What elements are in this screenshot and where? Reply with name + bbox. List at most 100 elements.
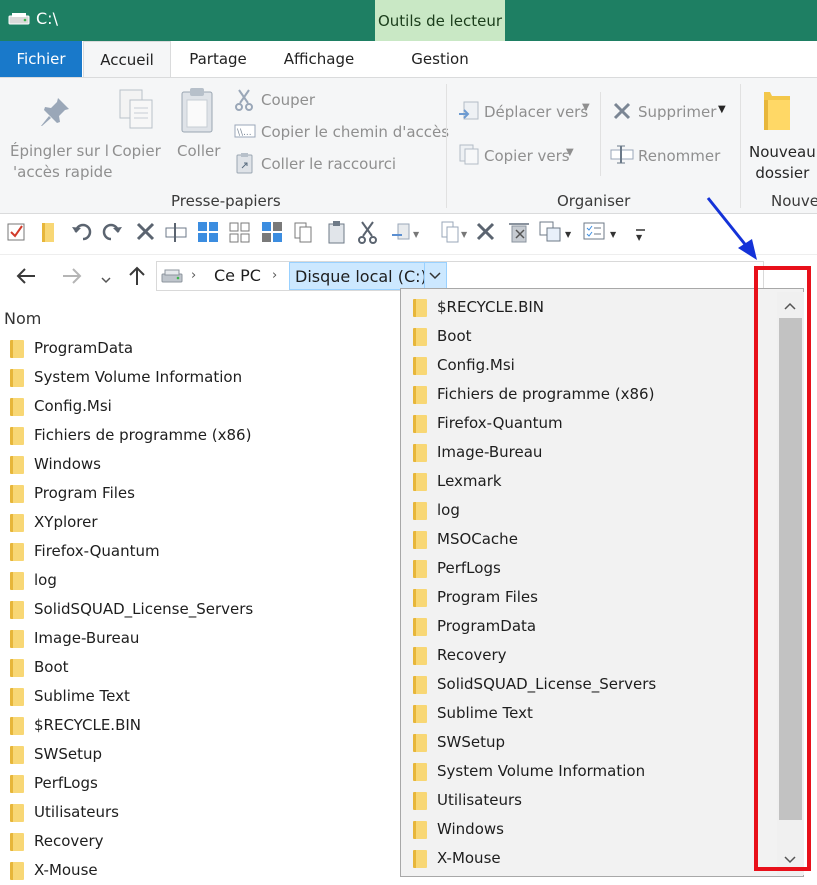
list-item[interactable]: Utilisateurs xyxy=(10,798,253,827)
new-folder-button[interactable]: Nouveau dossier xyxy=(749,142,816,184)
chevron-down-icon[interactable] xyxy=(424,263,446,289)
tab-home[interactable]: Accueil xyxy=(83,41,171,78)
folder-icon xyxy=(413,617,427,636)
item-label: Recovery xyxy=(34,832,104,850)
list-item[interactable]: Sublime Text xyxy=(10,682,253,711)
back-button[interactable] xyxy=(14,265,38,291)
list-item[interactable]: Image-Bureau xyxy=(10,624,253,653)
dropdown-item[interactable]: Sublime Text xyxy=(413,699,656,728)
folder-icon xyxy=(413,820,427,839)
folder-icon xyxy=(413,675,427,694)
svg-text:▼: ▼ xyxy=(636,233,643,242)
dropdown-item[interactable]: Image-Bureau xyxy=(413,438,656,467)
checkbox-icon xyxy=(7,223,25,241)
new-folder-icon xyxy=(760,88,794,138)
copy-path-button[interactable]: Copier le chemin d'accès xyxy=(261,123,449,141)
cut-button[interactable]: Couper xyxy=(261,91,315,109)
dropdown-item[interactable]: ProgramData xyxy=(413,612,656,641)
tab-view[interactable]: Affichage xyxy=(275,41,363,77)
list-item[interactable]: Windows xyxy=(10,450,253,479)
item-label: Sublime Text xyxy=(437,704,533,722)
list-item[interactable]: Program Files xyxy=(10,479,253,508)
list-item[interactable]: Recovery xyxy=(10,827,253,856)
tab-file[interactable]: Fichier xyxy=(0,41,82,77)
folder-icon xyxy=(10,397,24,416)
tab-share[interactable]: Partage xyxy=(180,41,256,77)
dropdown-item[interactable]: MSOCache xyxy=(413,525,656,554)
folder-icon xyxy=(10,513,24,532)
redo-icon xyxy=(102,223,122,241)
folder-icon xyxy=(413,762,427,781)
list-item[interactable]: $RECYCLE.BIN xyxy=(10,711,253,740)
item-label: SolidSQUAD_License_Servers xyxy=(437,675,657,693)
folder-icon xyxy=(10,339,24,358)
dropdown-item[interactable]: Windows xyxy=(413,815,656,844)
ribbon-separator xyxy=(740,84,741,208)
folder-icon xyxy=(413,530,427,549)
item-label: SolidSQUAD_License_Servers xyxy=(34,600,254,618)
item-label: Program Files xyxy=(34,484,135,502)
folder-icon xyxy=(413,791,427,810)
copy-button[interactable]: Copier xyxy=(112,142,161,160)
tab-manage[interactable]: Gestion xyxy=(375,41,505,77)
move-to-button[interactable]: Déplacer vers xyxy=(484,103,588,121)
undo-icon xyxy=(72,223,92,241)
dropdown-item[interactable]: $RECYCLE.BIN xyxy=(413,293,656,322)
list-item[interactable]: XYplorer xyxy=(10,508,253,537)
list-item[interactable]: X-Mouse xyxy=(10,856,253,885)
dropdown-item[interactable]: log xyxy=(413,496,656,525)
list-item[interactable]: Fichiers de programme (x86) xyxy=(10,421,253,450)
paste-shortcut-button[interactable]: Coller le raccourci xyxy=(261,155,396,173)
column-header-name[interactable]: Nom xyxy=(4,309,41,328)
paste-icon xyxy=(328,221,345,244)
item-label: Image-Bureau xyxy=(34,629,140,647)
dropdown-item[interactable]: Fichiers de programme (x86) xyxy=(413,380,656,409)
dropdown-item[interactable]: SWSetup xyxy=(413,728,656,757)
breadcrumb-local-disk[interactable]: Disque local (C:) xyxy=(295,267,427,286)
list-item[interactable]: System Volume Information xyxy=(10,363,253,392)
recent-locations-chevron-icon[interactable] xyxy=(100,271,112,289)
rename-icon xyxy=(165,223,187,242)
dropdown-item[interactable]: Utilisateurs xyxy=(413,786,656,815)
tiles-icon xyxy=(229,222,250,243)
item-label: X-Mouse xyxy=(34,861,98,879)
dropdown-item[interactable]: Firefox-Quantum xyxy=(413,409,656,438)
paste-shortcut-icon xyxy=(236,152,254,178)
delete-button[interactable]: Supprimer xyxy=(638,103,716,121)
dropdown-item[interactable]: Recovery xyxy=(413,641,656,670)
list-item[interactable]: Config.Msi xyxy=(10,392,253,421)
list-item[interactable]: PerfLogs xyxy=(10,769,253,798)
list-item[interactable]: ProgramData xyxy=(10,334,253,363)
item-label: $RECYCLE.BIN xyxy=(34,716,142,734)
item-label: X-Mouse xyxy=(437,849,501,867)
forward-button[interactable] xyxy=(60,265,84,291)
organize-group-label: Organiser xyxy=(557,192,631,210)
breadcrumb-this-pc[interactable]: Ce PC xyxy=(214,266,261,285)
dropdown-item[interactable]: PerfLogs xyxy=(413,554,656,583)
paste-button[interactable]: Coller xyxy=(177,142,220,160)
item-label: Fichiers de programme (x86) xyxy=(34,426,252,444)
dropdown-item[interactable]: X-Mouse xyxy=(413,844,656,873)
copy-to-button[interactable]: Copier vers xyxy=(484,147,570,165)
folder-icon xyxy=(413,443,427,462)
list-item[interactable]: Boot xyxy=(10,653,253,682)
folder-icon xyxy=(413,733,427,752)
dropdown-item[interactable]: Program Files xyxy=(413,583,656,612)
list-item[interactable]: Firefox-Quantum xyxy=(10,537,253,566)
dropdown-item[interactable]: Boot xyxy=(413,322,656,351)
pin-quick-access-button[interactable]: Épingler sur l 'accès rapide xyxy=(10,141,112,183)
list-item[interactable]: log xyxy=(10,566,253,595)
rename-button[interactable]: Renommer xyxy=(638,147,720,165)
folder-icon xyxy=(10,455,24,474)
up-button[interactable] xyxy=(126,264,148,292)
dropdown-item[interactable]: SolidSQUAD_License_Servers xyxy=(413,670,656,699)
list-item[interactable]: SWSetup xyxy=(10,740,253,769)
item-label: System Volume Information xyxy=(437,762,646,780)
list-item[interactable]: SolidSQUAD_License_Servers xyxy=(10,595,253,624)
annotation-arrow-icon xyxy=(706,197,757,260)
folder-icon xyxy=(413,849,427,868)
dropdown-item[interactable]: System Volume Information xyxy=(413,757,656,786)
dropdown-item[interactable]: Lexmark xyxy=(413,467,656,496)
move-to-icon xyxy=(458,100,480,126)
dropdown-item[interactable]: Config.Msi xyxy=(413,351,656,380)
